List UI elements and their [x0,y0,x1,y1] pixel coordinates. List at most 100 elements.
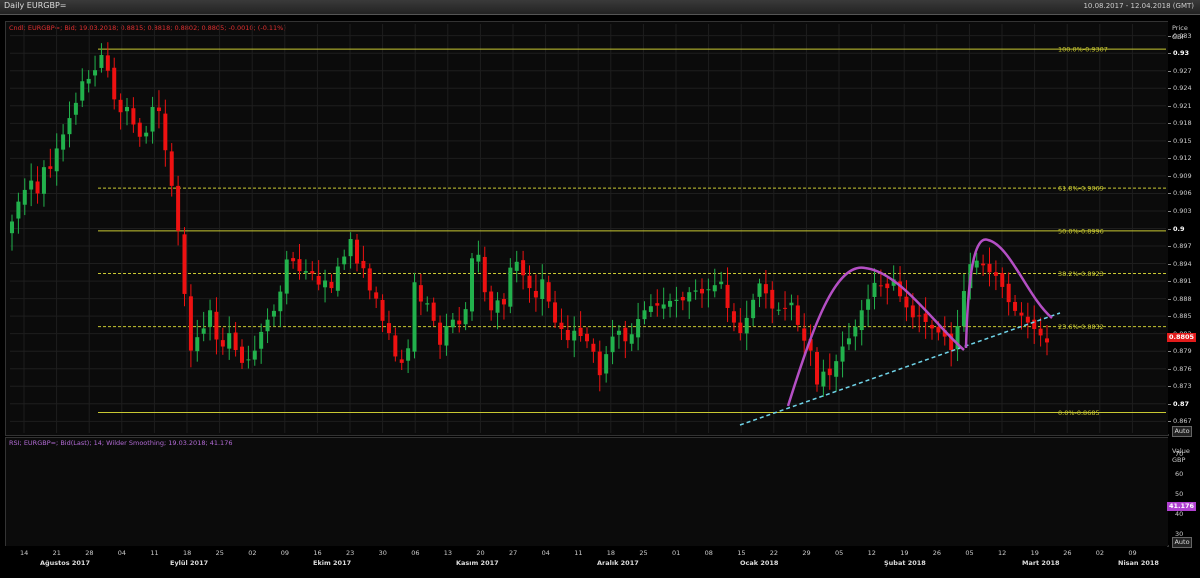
price-tick-label: 0.897 [1173,242,1192,251]
candle-body [176,185,181,231]
x-day-tick-label: 13 [443,549,453,557]
candle-body [105,55,110,71]
candle-body [795,305,800,325]
candle-body [815,351,819,385]
price-tick-label: 0.924 [1173,84,1192,93]
candle-body [444,326,449,346]
x-day-tick-label: 25 [639,549,648,557]
price-tick-mark [1168,246,1171,248]
candle-body [763,284,768,294]
price-tick-label: 0.888 [1173,294,1192,303]
candle-body [821,371,826,387]
candle-body [700,288,704,294]
price-tick-mark [1168,105,1171,107]
candle-body [770,289,775,309]
candle-body [578,327,583,337]
candle-body [54,148,59,172]
candle-body [438,322,443,345]
x-day-tick-label: 25 [215,549,224,557]
candle-body [457,320,462,325]
candle-body [495,300,500,313]
candle-body [342,256,347,265]
candle-body [751,299,756,319]
fib-level-label: 61.8%-0.9069 [1058,185,1104,193]
x-month-label: Ocak 2018 [740,559,779,567]
price-tick-label: 0.912 [1173,154,1192,163]
candle-body [150,106,155,132]
candle-body [246,359,251,361]
price-tick-label: 0.9 [1173,224,1185,233]
candle-body [227,333,232,349]
candle-body [303,271,308,273]
candle-body [827,368,832,376]
fib-level-label: 100.0%-0.9307 [1058,46,1108,54]
candle-body [35,181,40,194]
x-month-label: Kasım 2017 [456,559,499,567]
price-tick-label: 0.93 [1173,49,1190,58]
candle-body [284,259,289,294]
price-tick-mark [1168,53,1171,55]
candle-body [355,239,359,264]
candle-body [48,166,53,169]
candle-body [878,285,883,287]
candle-body [610,336,615,353]
x-day-tick-label: 18 [183,549,192,557]
candle-body [731,311,736,323]
candle-body [802,328,807,341]
price-tick-mark [1168,210,1171,212]
candle-body [393,335,398,357]
candle-body [693,290,698,292]
x-month-label: Şubat 2018 [884,559,926,567]
candle-body [418,285,423,302]
rsi-tick-label: 50 [1175,490,1184,498]
candle-body [974,260,979,268]
candle-body [208,310,213,327]
candle-body [783,307,788,309]
candle-body [533,290,538,298]
x-day-tick-label: 28 [85,549,94,557]
candle-body [348,239,353,257]
price-tick-mark [1168,140,1171,142]
candle-body [981,263,986,266]
candle-body [738,322,743,334]
candle-body [16,201,21,219]
price-tick-label: 0.906 [1173,189,1192,198]
candle-body [144,132,149,137]
candle-body [508,267,513,307]
x-day-tick-label: 23 [346,549,355,557]
rsi-panel[interactable]: RSI; EURGBP=; Bid(Last); 14; Wilder Smoo… [5,437,1169,547]
rsi-axis[interactable]: Value GBP [1168,437,1200,545]
candle-body [725,284,730,308]
price-tick-mark [1168,281,1171,283]
price-tick-label: 0.885 [1173,312,1192,321]
price-tick-mark [1168,298,1171,300]
candle-body [987,263,992,273]
candle-body [591,343,596,352]
candle-body [399,359,404,363]
x-day-tick-label: 15 [737,549,746,557]
candle-body [10,221,14,234]
candle-body [572,330,577,341]
candle-body [470,258,474,312]
rsi-tick-label: 70 [1175,450,1184,458]
price-tick-mark [1168,88,1171,90]
candle-body [99,54,104,68]
candle-body [163,113,168,151]
x-day-tick-label: 18 [606,549,616,557]
x-day-tick-label: 05 [965,549,974,557]
candle-body [923,313,928,322]
candle-body [41,167,46,194]
candle-body [514,261,519,271]
candle-body [233,332,238,351]
candle-body [527,275,532,289]
candle-body [482,256,487,293]
x-day-tick-label: 16 [313,549,322,557]
price-tick-label: 0.879 [1173,347,1192,356]
fib-level-label: 50.0%-0.8996 [1058,227,1104,235]
candle-body [169,151,174,186]
price-tick-label: 0.921 [1173,101,1192,110]
price-auto-button[interactable]: Auto [1172,426,1192,437]
candle-body [719,281,724,285]
rsi-auto-button[interactable]: Auto [1172,537,1192,548]
candle-body [93,70,98,76]
